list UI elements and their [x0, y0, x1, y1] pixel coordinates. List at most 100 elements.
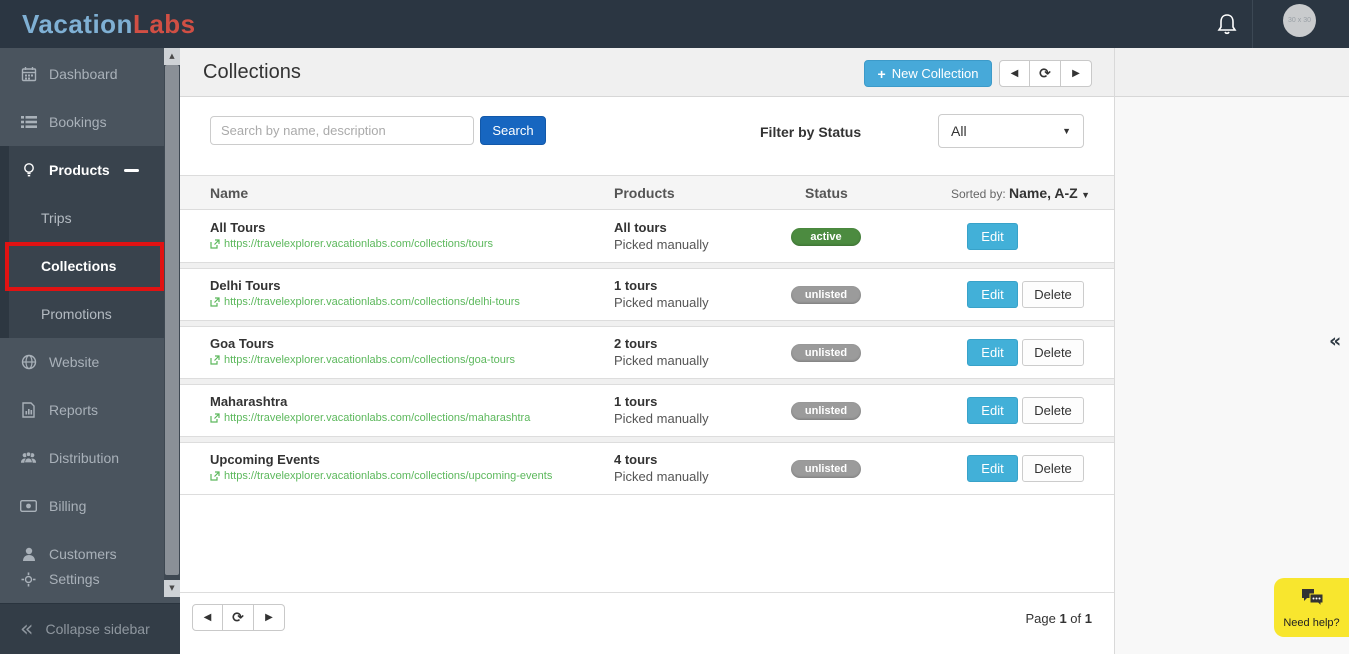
delete-button[interactable]: Delete — [1022, 281, 1084, 308]
globe-icon — [20, 354, 37, 370]
sort-caret-down-icon: ▼ — [1081, 190, 1090, 200]
collection-url-text: https://travelexplorer.vacationlabs.com/… — [224, 412, 530, 424]
right-panel-header-band — [1115, 48, 1349, 97]
header-divider — [1252, 0, 1253, 48]
sidebar-label-website: Website — [49, 354, 99, 370]
sorted-by-value: Name, A-Z — [1009, 185, 1078, 201]
status-filter-value: All — [951, 123, 967, 139]
sorted-by-control[interactable]: Sorted by: Name, A-Z ▼ — [951, 185, 1090, 201]
collection-url-text: https://travelexplorer.vacationlabs.com/… — [224, 238, 493, 250]
filter-by-status-label: Filter by Status — [760, 124, 861, 140]
collection-url-link[interactable]: https://travelexplorer.vacationlabs.com/… — [210, 296, 520, 308]
collection-name: All Tours — [210, 220, 265, 235]
sidebar-item-distribution[interactable]: Distribution — [0, 434, 180, 482]
refresh-button[interactable]: ⟳ — [1030, 60, 1061, 87]
sidebar-item-collections[interactable]: Collections — [0, 242, 180, 290]
sidebar-item-settings-clipped[interactable]: Settings — [0, 555, 180, 603]
collection-url-link[interactable]: https://travelexplorer.vacationlabs.com/… — [210, 412, 530, 424]
prev-page-button[interactable]: ◀ — [999, 60, 1030, 87]
next-page-button[interactable]: ▶ — [254, 604, 285, 631]
total-page-number: 1 — [1085, 611, 1092, 626]
products-count: 2 tours — [614, 336, 657, 351]
gear-icon — [20, 572, 37, 587]
table-row: All Tours https://travelexplorer.vacatio… — [180, 211, 1114, 263]
column-header-status: Status — [805, 185, 848, 201]
new-collection-label: New Collection — [892, 66, 979, 81]
edit-button[interactable]: Edit — [967, 455, 1018, 482]
collection-url-link[interactable]: https://travelexplorer.vacationlabs.com/… — [210, 354, 515, 366]
column-header-products: Products — [614, 185, 675, 201]
search-input[interactable] — [210, 116, 474, 145]
scrollbar-thumb[interactable] — [165, 65, 179, 575]
user-avatar[interactable]: 30 x 30 — [1283, 4, 1316, 37]
billing-icon — [20, 500, 37, 512]
status-badge: unlisted — [791, 460, 861, 478]
users-icon — [20, 451, 37, 465]
edit-button[interactable]: Edit — [967, 397, 1018, 424]
collection-url-link[interactable]: https://travelexplorer.vacationlabs.com/… — [210, 238, 493, 250]
sidebar-item-bookings[interactable]: Bookings — [0, 98, 180, 146]
scrollbar-up-arrow[interactable]: ▲ — [164, 48, 180, 65]
edit-button[interactable]: Edit — [967, 339, 1018, 366]
sidebar-label-settings: Settings — [49, 571, 100, 587]
column-header-name: Name — [210, 185, 248, 201]
products-count: 4 tours — [614, 452, 657, 467]
need-help-button[interactable]: Need help? — [1274, 578, 1349, 637]
collection-name: Delhi Tours — [210, 278, 281, 293]
collection-url-link[interactable]: https://travelexplorer.vacationlabs.com/… — [210, 470, 552, 482]
next-page-button[interactable]: ▶ — [1061, 60, 1092, 87]
notifications-bell-icon[interactable] — [1216, 13, 1242, 37]
logo-part-labs: Labs — [133, 9, 196, 39]
sidebar-item-website[interactable]: Website — [0, 338, 180, 386]
sidebar-item-reports[interactable]: Reports — [0, 386, 180, 434]
sidebar-item-trips[interactable]: Trips — [0, 194, 180, 242]
calendar-icon — [20, 66, 37, 82]
status-badge: unlisted — [791, 344, 861, 362]
bottom-pagination-group: ◀ ⟳ ▶ — [192, 604, 285, 631]
new-collection-button[interactable]: + New Collection — [864, 60, 992, 87]
collection-url-text: https://travelexplorer.vacationlabs.com/… — [224, 470, 552, 482]
edit-button[interactable]: Edit — [967, 223, 1018, 250]
picked-mode: Picked manually — [614, 295, 709, 310]
external-link-icon — [210, 471, 220, 481]
table-row: Delhi Tours https://travelexplorer.vacat… — [180, 269, 1114, 321]
list-icon — [20, 115, 37, 129]
search-button[interactable]: Search — [480, 116, 546, 145]
sidebar-label-bookings: Bookings — [49, 114, 107, 130]
sidebar-item-billing[interactable]: Billing — [0, 482, 180, 530]
prev-page-button[interactable]: ◀ — [192, 604, 223, 631]
external-link-icon — [210, 297, 220, 307]
edit-button[interactable]: Edit — [967, 281, 1018, 308]
refresh-button[interactable]: ⟳ — [223, 604, 254, 631]
delete-button[interactable]: Delete — [1022, 397, 1084, 424]
scrollbar-down-arrow[interactable]: ▼ — [164, 580, 180, 597]
picked-mode: Picked manually — [614, 411, 709, 426]
collection-name: Upcoming Events — [210, 452, 320, 467]
products-count: 1 tours — [614, 394, 657, 409]
collapse-sidebar-button[interactable]: « Collapse sidebar — [0, 603, 180, 654]
sidebar-label-billing: Billing — [49, 498, 86, 514]
table-row: Upcoming Events https://travelexplorer.v… — [180, 443, 1114, 495]
sidebar-item-promotions[interactable]: Promotions — [0, 290, 180, 338]
page-title-bar: Collections + New Collection ◀ ⟳ ▶ — [180, 48, 1114, 97]
current-page-number: 1 — [1059, 611, 1066, 626]
delete-button[interactable]: Delete — [1022, 455, 1084, 482]
status-badge: unlisted — [791, 402, 861, 420]
panel-collapse-chevron-icon[interactable]: « — [1329, 330, 1341, 352]
sidebar-label-distribution: Distribution — [49, 450, 119, 466]
collapse-minus-icon[interactable] — [124, 169, 139, 172]
sidebar-item-products[interactable]: Products — [0, 146, 180, 194]
vacationlabs-logo[interactable]: VacationLabs — [22, 0, 196, 48]
sidebar-label-dashboard: Dashboard — [49, 66, 118, 82]
collapse-sidebar-label: Collapse sidebar — [45, 621, 149, 637]
sidebar-label-products: Products — [49, 162, 110, 178]
products-count: All tours — [614, 220, 667, 235]
sidebar-label-reports: Reports — [49, 402, 98, 418]
status-filter-dropdown[interactable]: All ▼ — [938, 114, 1084, 148]
delete-button[interactable]: Delete — [1022, 339, 1084, 366]
sidebar-scrollbar[interactable]: ▲ ▼ — [164, 48, 180, 597]
top-header: VacationLabs 30 x 30 — [0, 0, 1349, 48]
picked-mode: Picked manually — [614, 469, 709, 484]
sidebar-item-dashboard[interactable]: Dashboard — [0, 50, 180, 98]
external-link-icon — [210, 239, 220, 249]
